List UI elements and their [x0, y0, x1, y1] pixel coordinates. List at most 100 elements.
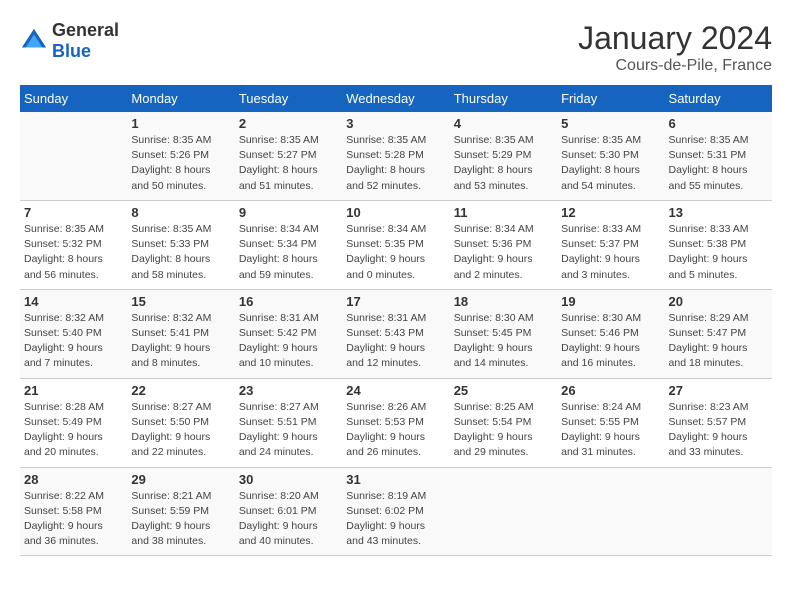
day-info: Sunrise: 8:33 AM Sunset: 5:38 PM Dayligh… [669, 222, 768, 283]
day-number: 20 [669, 294, 768, 309]
day-info: Sunrise: 8:23 AM Sunset: 5:57 PM Dayligh… [669, 400, 768, 461]
calendar-cell [450, 467, 557, 556]
calendar-cell: 19Sunrise: 8:30 AM Sunset: 5:46 PM Dayli… [557, 289, 664, 378]
day-info: Sunrise: 8:35 AM Sunset: 5:29 PM Dayligh… [454, 133, 553, 194]
logo-icon [20, 27, 48, 55]
calendar-cell [20, 112, 127, 200]
calendar-table: SundayMondayTuesdayWednesdayThursdayFrid… [20, 85, 772, 556]
calendar-cell: 28 Sunrise: 8:22 AM Sunset: 5:58 PM Dayli… [20, 467, 127, 556]
day-info: Sunrise: 8:26 AM Sunset: 5:53 PM Dayligh… [346, 400, 445, 461]
calendar-cell: 21Sunrise: 8:28 AM Sunset: 5:49 PM Dayli… [20, 378, 127, 467]
day-number: 2 [239, 116, 338, 131]
calendar-cell: 4 Sunrise: 8:35 AM Sunset: 5:29 PM Daylig… [450, 112, 557, 200]
weekday-header-saturday: Saturday [665, 85, 772, 112]
day-number: 27 [669, 383, 768, 398]
day-info: Sunrise: 8:35 AM Sunset: 5:31 PM Dayligh… [669, 133, 768, 194]
calendar-cell: 9 Sunrise: 8:34 AM Sunset: 5:34 PM Daylig… [235, 200, 342, 289]
calendar-body: 1Sunrise: 8:35 AM Sunset: 5:26 PM Daylig… [20, 112, 772, 556]
logo-general: General [52, 20, 119, 40]
day-number: 4 [454, 116, 553, 131]
page-header: General Blue January 2024 Cours-de-Pile,… [20, 20, 772, 75]
day-number: 12 [561, 205, 660, 220]
calendar-cell: 7Sunrise: 8:35 AM Sunset: 5:32 PM Daylig… [20, 200, 127, 289]
day-info: Sunrise: 8:31 AM Sunset: 5:42 PM Dayligh… [239, 311, 338, 372]
day-number: 8 [131, 205, 230, 220]
day-info: Sunrise: 8:35 AM Sunset: 5:30 PM Dayligh… [561, 133, 660, 194]
calendar-header: SundayMondayTuesdayWednesdayThursdayFrid… [20, 85, 772, 112]
title-block: January 2024 Cours-de-Pile, France [578, 20, 772, 75]
weekday-header-thursday: Thursday [450, 85, 557, 112]
calendar-cell: 6 Sunrise: 8:35 AM Sunset: 5:31 PM Daylig… [665, 112, 772, 200]
logo: General Blue [20, 20, 119, 62]
day-number: 30 [239, 472, 338, 487]
day-info: Sunrise: 8:25 AM Sunset: 5:54 PM Dayligh… [454, 400, 553, 461]
day-info: Sunrise: 8:30 AM Sunset: 5:45 PM Dayligh… [454, 311, 553, 372]
calendar-week-row: 1Sunrise: 8:35 AM Sunset: 5:26 PM Daylig… [20, 112, 772, 200]
day-info: Sunrise: 8:35 AM Sunset: 5:33 PM Dayligh… [131, 222, 230, 283]
weekday-header-sunday: Sunday [20, 85, 127, 112]
day-info: Sunrise: 8:28 AM Sunset: 5:49 PM Dayligh… [24, 400, 123, 461]
calendar-cell: 31 Sunrise: 8:19 AM Sunset: 6:02 PM Dayli… [342, 467, 449, 556]
day-info: Sunrise: 8:32 AM Sunset: 5:40 PM Dayligh… [24, 311, 123, 372]
day-info: Sunrise: 8:20 AM Sunset: 6:01 PM Dayligh… [239, 489, 338, 550]
day-number: 24 [346, 383, 445, 398]
calendar-week-row: 28 Sunrise: 8:22 AM Sunset: 5:58 PM Dayli… [20, 467, 772, 556]
calendar-cell: 22 Sunrise: 8:27 AM Sunset: 5:50 PM Dayli… [127, 378, 234, 467]
logo-blue: Blue [52, 41, 91, 61]
day-number: 13 [669, 205, 768, 220]
day-number: 11 [454, 205, 553, 220]
day-number: 6 [669, 116, 768, 131]
day-info: Sunrise: 8:27 AM Sunset: 5:51 PM Dayligh… [239, 400, 338, 461]
calendar-cell: 2Sunrise: 8:35 AM Sunset: 5:27 PM Daylig… [235, 112, 342, 200]
day-number: 15 [131, 294, 230, 309]
calendar-cell: 24 Sunrise: 8:26 AM Sunset: 5:53 PM Dayli… [342, 378, 449, 467]
day-number: 28 [24, 472, 123, 487]
calendar-cell [665, 467, 772, 556]
calendar-week-row: 7Sunrise: 8:35 AM Sunset: 5:32 PM Daylig… [20, 200, 772, 289]
day-info: Sunrise: 8:29 AM Sunset: 5:47 PM Dayligh… [669, 311, 768, 372]
day-number: 16 [239, 294, 338, 309]
calendar-cell: 30 Sunrise: 8:20 AM Sunset: 6:01 PM Dayli… [235, 467, 342, 556]
calendar-cell: 27 Sunrise: 8:23 AM Sunset: 5:57 PM Dayli… [665, 378, 772, 467]
day-number: 9 [239, 205, 338, 220]
calendar-cell: 16 Sunrise: 8:31 AM Sunset: 5:42 PM Dayli… [235, 289, 342, 378]
calendar-cell: 8 Sunrise: 8:35 AM Sunset: 5:33 PM Daylig… [127, 200, 234, 289]
day-number: 22 [131, 383, 230, 398]
day-info: Sunrise: 8:21 AM Sunset: 5:59 PM Dayligh… [131, 489, 230, 550]
day-number: 18 [454, 294, 553, 309]
calendar-cell: 3Sunrise: 8:35 AM Sunset: 5:28 PM Daylig… [342, 112, 449, 200]
calendar-cell [557, 467, 664, 556]
calendar-cell: 23Sunrise: 8:27 AM Sunset: 5:51 PM Dayli… [235, 378, 342, 467]
day-info: Sunrise: 8:35 AM Sunset: 5:26 PM Dayligh… [131, 133, 230, 194]
day-info: Sunrise: 8:27 AM Sunset: 5:50 PM Dayligh… [131, 400, 230, 461]
day-info: Sunrise: 8:31 AM Sunset: 5:43 PM Dayligh… [346, 311, 445, 372]
day-info: Sunrise: 8:35 AM Sunset: 5:32 PM Dayligh… [24, 222, 123, 283]
day-number: 26 [561, 383, 660, 398]
day-number: 25 [454, 383, 553, 398]
day-number: 31 [346, 472, 445, 487]
calendar-cell: 11 Sunrise: 8:34 AM Sunset: 5:36 PM Dayli… [450, 200, 557, 289]
weekday-header-friday: Friday [557, 85, 664, 112]
weekday-header-tuesday: Tuesday [235, 85, 342, 112]
calendar-week-row: 14 Sunrise: 8:32 AM Sunset: 5:40 PM Dayli… [20, 289, 772, 378]
calendar-week-row: 21Sunrise: 8:28 AM Sunset: 5:49 PM Dayli… [20, 378, 772, 467]
day-info: Sunrise: 8:24 AM Sunset: 5:55 PM Dayligh… [561, 400, 660, 461]
day-info: Sunrise: 8:35 AM Sunset: 5:28 PM Dayligh… [346, 133, 445, 194]
day-number: 5 [561, 116, 660, 131]
day-number: 14 [24, 294, 123, 309]
calendar-cell: 17Sunrise: 8:31 AM Sunset: 5:43 PM Dayli… [342, 289, 449, 378]
day-info: Sunrise: 8:22 AM Sunset: 5:58 PM Dayligh… [24, 489, 123, 550]
day-info: Sunrise: 8:19 AM Sunset: 6:02 PM Dayligh… [346, 489, 445, 550]
calendar-cell: 5 Sunrise: 8:35 AM Sunset: 5:30 PM Daylig… [557, 112, 664, 200]
calendar-cell: 25 Sunrise: 8:25 AM Sunset: 5:54 PM Dayli… [450, 378, 557, 467]
day-info: Sunrise: 8:33 AM Sunset: 5:37 PM Dayligh… [561, 222, 660, 283]
day-info: Sunrise: 8:34 AM Sunset: 5:36 PM Dayligh… [454, 222, 553, 283]
calendar-cell: 18 Sunrise: 8:30 AM Sunset: 5:45 PM Dayli… [450, 289, 557, 378]
calendar-cell: 10Sunrise: 8:34 AM Sunset: 5:35 PM Dayli… [342, 200, 449, 289]
calendar-cell: 20 Sunrise: 8:29 AM Sunset: 5:47 PM Dayli… [665, 289, 772, 378]
day-number: 19 [561, 294, 660, 309]
weekday-header-wednesday: Wednesday [342, 85, 449, 112]
day-info: Sunrise: 8:34 AM Sunset: 5:34 PM Dayligh… [239, 222, 338, 283]
calendar-subtitle: Cours-de-Pile, France [578, 57, 772, 75]
calendar-cell: 29Sunrise: 8:21 AM Sunset: 5:59 PM Dayli… [127, 467, 234, 556]
